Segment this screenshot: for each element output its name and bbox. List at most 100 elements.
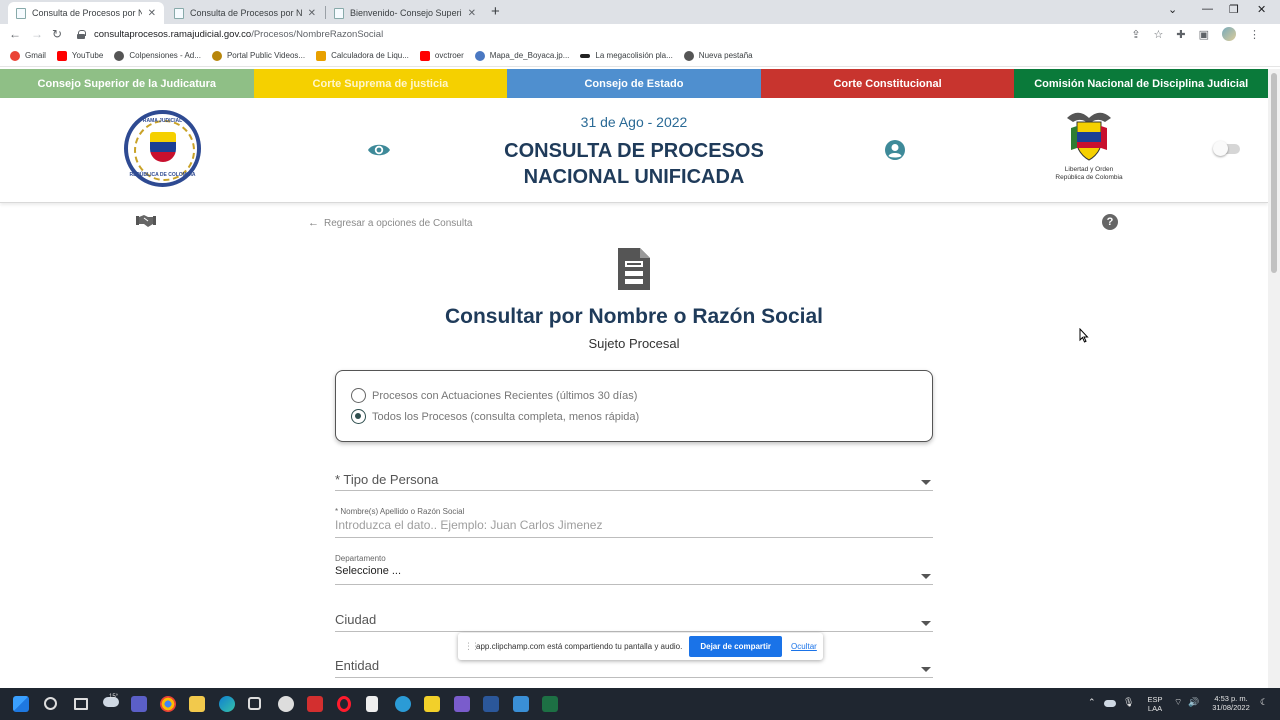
bookmark-megacolision[interactable]: La megacolisión pla... xyxy=(580,51,673,60)
globe-icon xyxy=(114,50,125,61)
drag-handle-icon[interactable]: ⋮⋮ xyxy=(464,641,480,652)
nombre-razon-social-field[interactable]: * Nombre(s) Apellido o Razón Social Intr… xyxy=(335,507,933,538)
share-icon[interactable]: ⇪ xyxy=(1131,28,1140,41)
entidad-select[interactable]: Entidad xyxy=(335,658,933,678)
system-clock[interactable]: 4:53 p. m. 31/08/2022 xyxy=(1206,694,1256,712)
wifi-icon[interactable]: ⌔ xyxy=(1174,698,1182,707)
show-hidden-icons[interactable]: ⌃ xyxy=(1088,698,1096,707)
document-file-icon[interactable] xyxy=(366,696,378,712)
user-account-icon[interactable] xyxy=(884,139,906,166)
radio-option-recent[interactable]: Procesos con Actuaciones Recientes (últi… xyxy=(351,388,637,403)
screen-share-notification: ⋮⋮ app.clipchamp.com está compartiendo t… xyxy=(458,633,823,660)
radio-button[interactable] xyxy=(351,388,366,403)
mail-app-icon[interactable] xyxy=(513,696,529,712)
opera-icon[interactable] xyxy=(337,696,351,712)
page-favicon-icon xyxy=(174,7,184,19)
mcafee-icon[interactable] xyxy=(307,696,323,712)
close-tab-icon[interactable]: ✕ xyxy=(468,8,476,19)
teams-chat-icon[interactable] xyxy=(131,696,147,712)
back-arrow-icon[interactable]: ← xyxy=(9,27,21,41)
form-subtitle: Sujeto Procesal xyxy=(588,336,680,351)
bookmark-star-icon[interactable]: ☆ xyxy=(1154,28,1164,41)
bookmark-nueva-pestana[interactable]: Nueva pestaña xyxy=(683,50,753,61)
word-icon[interactable] xyxy=(483,696,499,712)
app-circle-icon[interactable] xyxy=(278,696,294,712)
side-panel-icon[interactable]: ▣ xyxy=(1199,28,1209,41)
page-favicon-icon xyxy=(334,7,344,19)
store-icon[interactable] xyxy=(248,697,261,710)
chrome-icon[interactable] xyxy=(160,696,176,712)
page-scrollbar[interactable] xyxy=(1268,69,1280,688)
tab-label: Consulta de Procesos por Nombre xyxy=(190,8,302,18)
scrollbar-thumb[interactable] xyxy=(1271,73,1277,273)
extensions-puzzle-icon[interactable]: ✚ xyxy=(1176,28,1185,41)
document-icon xyxy=(618,248,650,295)
stop-sharing-button[interactable]: Dejar de compartir xyxy=(689,636,783,657)
browser-tab-bar: Consulta de Procesos por Nombre ✕ Consul… xyxy=(0,0,1280,24)
dropdown-arrow-icon xyxy=(921,621,931,626)
departamento-select[interactable]: Departamento Seleccione ... xyxy=(335,554,933,585)
onedrive-icon[interactable] xyxy=(1104,700,1116,707)
close-tab-icon[interactable]: ✕ xyxy=(148,8,156,19)
radio-button-checked[interactable] xyxy=(351,409,366,424)
excel-icon[interactable] xyxy=(542,696,558,712)
ciudad-select[interactable]: Ciudad xyxy=(335,612,933,632)
close-tab-icon[interactable]: ✕ xyxy=(308,8,316,19)
handshake-icon[interactable] xyxy=(136,214,156,233)
file-explorer-icon[interactable] xyxy=(189,696,205,712)
bookmark-youtube[interactable]: YouTube xyxy=(56,50,103,61)
hide-notification-link[interactable]: Ocultar xyxy=(791,642,817,651)
windows-start-icon[interactable] xyxy=(13,696,29,712)
mouse-cursor-icon xyxy=(1079,327,1089,348)
search-icon[interactable] xyxy=(44,697,57,710)
map-icon xyxy=(474,50,485,61)
nav-consejo-estado[interactable]: Consejo de Estado xyxy=(507,69,761,98)
app-blue-icon[interactable] xyxy=(395,696,411,712)
tab-search-icon[interactable]: ⌄ xyxy=(1168,3,1177,16)
task-view-icon[interactable] xyxy=(74,698,88,710)
input-language[interactable]: ESP LAA xyxy=(1144,695,1166,713)
maximize-button[interactable]: ❐ xyxy=(1229,3,1239,16)
profile-avatar[interactable] xyxy=(1222,27,1236,41)
url-text: consultaprocesos.ramajudicial.gov.co/Pro… xyxy=(94,29,384,40)
nav-comision-disciplina[interactable]: Comisión Nacional de Disciplina Judicial xyxy=(1014,69,1268,98)
bookmark-colpensiones[interactable]: Colpensiones - Ad... xyxy=(114,50,201,61)
microphone-icon[interactable]: 🎙 xyxy=(1123,698,1134,707)
tipo-persona-select[interactable]: * Tipo de Persona xyxy=(335,472,933,491)
dropdown-arrow-icon xyxy=(921,480,931,485)
forward-arrow-icon[interactable]: → xyxy=(31,27,43,41)
minimize-button[interactable]: — xyxy=(1202,3,1213,15)
site-header: RAMA JUDICIAL REPÚBLICA DE COLOMBIA 31 d… xyxy=(0,98,1268,203)
clipchamp-icon[interactable] xyxy=(454,696,470,712)
url-input[interactable]: consultaprocesos.ramajudicial.gov.co/Pro… xyxy=(73,26,1268,43)
sticky-notes-icon[interactable] xyxy=(424,696,440,712)
tab-label: Consulta de Procesos por Nombre xyxy=(32,8,142,18)
close-window-button[interactable]: ✕ xyxy=(1257,3,1266,16)
bookmark-gmail[interactable]: Gmail xyxy=(10,50,46,61)
colombia-coat-of-arms-logo: Libertad y Orden República de Colombia xyxy=(1054,108,1124,182)
bookmark-mapa-boyaca[interactable]: Mapa_de_Boyaca.jp... xyxy=(474,50,569,61)
browser-tab-3[interactable]: Bienvenido- Consejo Superior de ✕ xyxy=(326,2,484,24)
bookmark-ovctroer[interactable]: ovctroer xyxy=(419,50,464,61)
radio-option-all[interactable]: Todos los Procesos (consulta completa, m… xyxy=(351,409,639,424)
nav-corte-suprema[interactable]: Corte Suprema de justicia xyxy=(253,69,508,98)
contrast-toggle[interactable] xyxy=(1213,141,1240,156)
seal-icon xyxy=(211,50,222,61)
reload-icon[interactable]: ↻ xyxy=(52,27,62,41)
court-navigation: Consejo Superior de la Judicatura Corte … xyxy=(0,69,1268,98)
bookmark-portal-videos[interactable]: Portal Public Videos... xyxy=(211,50,305,61)
new-tab-button[interactable]: + xyxy=(491,3,500,20)
menu-kebab-icon[interactable]: ⋮ xyxy=(1249,28,1260,41)
bookmark-calculadora[interactable]: Calculadora de Liqu... xyxy=(316,50,409,61)
edge-icon[interactable] xyxy=(219,696,235,712)
nav-corte-constitucional[interactable]: Corte Constitucional xyxy=(760,69,1015,98)
help-question-icon[interactable]: ? xyxy=(1102,214,1118,230)
volume-icon[interactable]: 🔊 xyxy=(1188,698,1199,707)
notification-icon[interactable]: ☾ xyxy=(1260,698,1268,707)
dots-icon xyxy=(580,53,591,58)
browser-tab-2[interactable]: Consulta de Procesos por Nombre ✕ xyxy=(166,2,324,24)
nav-consejo-superior[interactable]: Consejo Superior de la Judicatura xyxy=(0,69,254,98)
browser-tab-1[interactable]: Consulta de Procesos por Nombre ✕ xyxy=(8,2,164,24)
search-scope-options: Procesos con Actuaciones Recientes (últi… xyxy=(335,370,933,442)
back-to-options-link[interactable]: ← Regresar a opciones de Consulta xyxy=(308,217,472,229)
